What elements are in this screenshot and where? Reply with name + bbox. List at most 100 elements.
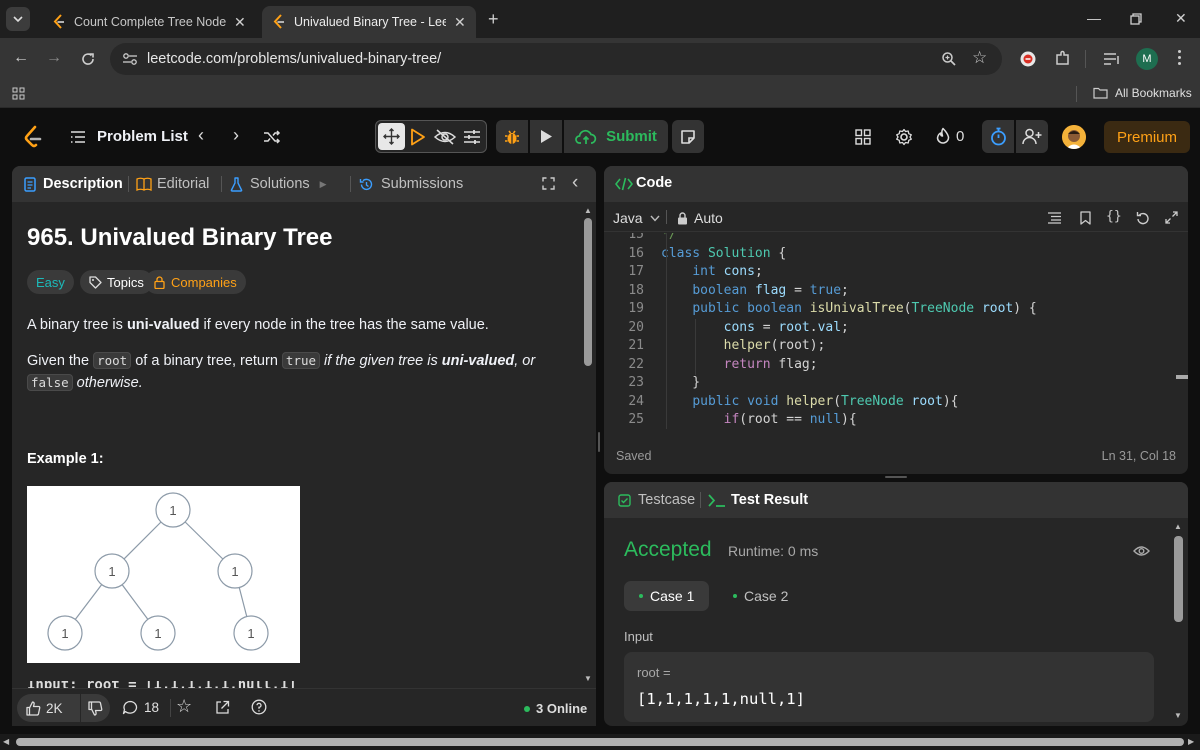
- code-editor-panel: Code Java Auto {} 15 */ 16 class Solution …: [604, 166, 1188, 474]
- close-tab-icon[interactable]: ✕: [454, 14, 466, 31]
- tab-editorial[interactable]: Editorial: [136, 176, 209, 192]
- language-select[interactable]: Java: [613, 210, 660, 226]
- comments-button[interactable]: 18: [122, 700, 159, 715]
- reading-list-icon[interactable]: [1103, 52, 1121, 66]
- next-problem-icon[interactable]: ›: [233, 125, 239, 146]
- layout-grid-icon[interactable]: [855, 129, 871, 145]
- address-bar[interactable]: leetcode.com/problems/univalued-binary-t…: [110, 43, 1002, 75]
- format-lines-icon[interactable]: [1047, 212, 1062, 224]
- apps-grid-icon[interactable]: [12, 87, 25, 100]
- notes-button[interactable]: [672, 120, 704, 153]
- problem-list-label: Problem List: [97, 128, 188, 145]
- forward-arrow-icon[interactable]: →: [46, 49, 62, 67]
- tab-solutions[interactable]: Solutions ▶: [230, 176, 327, 192]
- page-horizontal-scrollbar[interactable]: ◀ ▶: [0, 734, 1200, 750]
- horizontal-resize-handle[interactable]: [885, 476, 907, 478]
- scrollbar-thumb[interactable]: [584, 218, 592, 366]
- bookmark-star-icon[interactable]: ☆: [972, 48, 987, 68]
- result-scrollbar[interactable]: ▲ ▼: [1174, 522, 1183, 722]
- code-scrollbar[interactable]: [1176, 233, 1188, 429]
- scrollbar-thumb[interactable]: [1176, 375, 1188, 379]
- run-button[interactable]: [530, 120, 562, 153]
- browser-tab-active[interactable]: Univalued Binary Tree - LeetCo ✕: [262, 6, 476, 38]
- tab-description[interactable]: Description: [24, 176, 123, 192]
- browser-tab-inactive[interactable]: Count Complete Tree Nodes - L ✕: [42, 6, 256, 38]
- extension-shield-icon[interactable]: [1019, 50, 1037, 68]
- description-scrollbar[interactable]: ▲ ▼: [584, 206, 592, 686]
- browser-menu-icon[interactable]: [1178, 50, 1181, 65]
- scroll-right-icon[interactable]: ▶: [1188, 737, 1194, 746]
- tab-testcase[interactable]: Testcase: [618, 492, 695, 508]
- bookmark-icon[interactable]: [1080, 211, 1091, 225]
- debug-button[interactable]: [496, 120, 528, 153]
- help-circle-icon[interactable]: [251, 699, 267, 715]
- premium-button[interactable]: Premium: [1104, 121, 1190, 153]
- expand-diagonal-icon[interactable]: [1165, 211, 1178, 224]
- tab-test-result[interactable]: Test Result: [708, 492, 808, 508]
- fullscreen-icon[interactable]: [542, 177, 555, 190]
- streak-counter[interactable]: 0: [935, 127, 964, 146]
- emphasis: uni-valued: [441, 353, 515, 369]
- reload-icon[interactable]: [80, 51, 96, 67]
- example-heading: Example 1:: [27, 451, 104, 467]
- run-outline-icon[interactable]: [410, 128, 426, 146]
- reset-code-icon[interactable]: [1136, 211, 1150, 225]
- close-tab-icon[interactable]: ✕: [234, 14, 246, 31]
- sliders-icon[interactable]: [463, 129, 481, 145]
- scroll-down-icon[interactable]: ▼: [584, 674, 592, 683]
- case-2-button[interactable]: Case 2: [733, 581, 788, 611]
- tab-search-button[interactable]: [6, 7, 30, 31]
- topics-button[interactable]: Topics: [80, 270, 153, 294]
- prev-problem-icon[interactable]: ‹: [198, 125, 204, 146]
- case-1-button[interactable]: Case 1: [624, 581, 709, 611]
- settings-gear-icon[interactable]: [895, 128, 913, 146]
- problem-list-button[interactable]: Problem List: [70, 128, 188, 145]
- submit-button[interactable]: Submit: [564, 120, 668, 153]
- invite-button[interactable]: [1016, 120, 1048, 153]
- bookmarks-bar: All Bookmarks: [0, 80, 1200, 108]
- collapse-panel-icon[interactable]: ‹: [572, 172, 578, 194]
- dislike-button[interactable]: [81, 694, 110, 722]
- new-tab-button[interactable]: +: [488, 9, 499, 30]
- scroll-up-icon[interactable]: ▲: [584, 206, 592, 215]
- all-bookmarks-button[interactable]: All Bookmarks: [1093, 86, 1192, 100]
- extensions-puzzle-icon[interactable]: [1054, 50, 1071, 67]
- braces-icon[interactable]: {}: [1106, 209, 1122, 224]
- code-editor[interactable]: 15 */ 16 class Solution { 17 int cons; 18 …: [604, 233, 1188, 429]
- autocomplete-mode-toggle[interactable]: Auto: [677, 210, 723, 226]
- tab-divider: [350, 176, 351, 192]
- timer-button[interactable]: [982, 120, 1014, 153]
- editor-toolbar: Java Auto {}: [604, 202, 1188, 232]
- scroll-left-icon[interactable]: ◀: [3, 737, 9, 746]
- site-settings-icon[interactable]: [122, 52, 138, 66]
- zoom-icon[interactable]: [941, 51, 957, 67]
- inline-code: root: [93, 352, 132, 369]
- scrollbar-thumb[interactable]: [16, 738, 1184, 746]
- problem-title: 965. Univalued Binary Tree: [27, 224, 333, 251]
- scroll-up-icon[interactable]: ▲: [1174, 522, 1182, 531]
- restore-window-icon[interactable]: [1130, 13, 1142, 25]
- scroll-down-icon[interactable]: ▼: [1174, 711, 1182, 720]
- share-icon[interactable]: [215, 700, 230, 715]
- eye-off-icon[interactable]: [434, 129, 456, 145]
- favorite-star-icon[interactable]: ☆: [176, 696, 192, 717]
- scrollbar-thumb[interactable]: [1174, 536, 1183, 622]
- like-button[interactable]: 2K: [17, 694, 80, 722]
- close-window-icon[interactable]: ✕: [1175, 10, 1187, 27]
- user-avatar[interactable]: [1062, 125, 1086, 149]
- profile-avatar[interactable]: M: [1136, 48, 1158, 70]
- leetcode-logo-icon[interactable]: [23, 125, 43, 149]
- url-text: leetcode.com/problems/univalued-binary-t…: [147, 51, 442, 67]
- case-pass-dot: [639, 594, 643, 598]
- back-arrow-icon[interactable]: ←: [13, 49, 29, 67]
- online-dot: [524, 705, 530, 712]
- eye-icon[interactable]: [1133, 545, 1150, 557]
- tab-submissions[interactable]: Submissions: [359, 176, 463, 192]
- move-tool-button[interactable]: [378, 123, 405, 150]
- minimize-window-icon[interactable]: —: [1087, 10, 1101, 26]
- shuffle-icon[interactable]: [263, 130, 281, 144]
- vertical-resize-handle[interactable]: [598, 432, 600, 452]
- chevron-down-icon: [13, 16, 23, 23]
- companies-button[interactable]: Companies: [145, 270, 246, 294]
- case-pass-dot: [733, 594, 737, 598]
